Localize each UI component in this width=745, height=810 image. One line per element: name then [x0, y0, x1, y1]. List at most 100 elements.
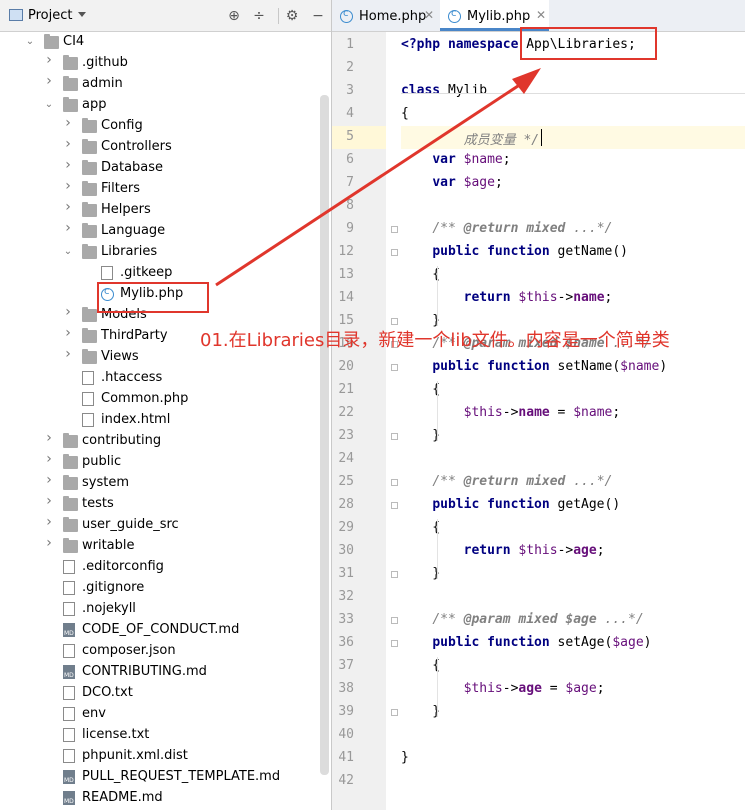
- folder-icon: [63, 55, 78, 70]
- tree-item[interactable]: .editorconfig: [0, 557, 320, 578]
- tree-item[interactable]: › tests: [0, 494, 320, 515]
- chevron-right-icon[interactable]: ›: [63, 158, 73, 172]
- chevron-right-icon[interactable]: ›: [63, 221, 73, 235]
- project-view-selector[interactable]: Project: [28, 8, 72, 23]
- tree-item[interactable]: phpunit.xml.dist: [0, 746, 320, 767]
- code-token: name: [518, 405, 550, 420]
- line-number: 5: [346, 129, 354, 144]
- collapse-all-icon[interactable]: ÷: [250, 7, 268, 25]
- tree-item[interactable]: › Language: [0, 221, 320, 242]
- file-icon: [101, 266, 113, 280]
- chevron-down-icon[interactable]: ⌄: [25, 37, 35, 47]
- tree-item[interactable]: ⌄ CI4: [0, 32, 320, 53]
- tree-item[interactable]: .gitkeep: [0, 263, 320, 284]
- fold-marker-icon[interactable]: [391, 617, 398, 624]
- tree-item[interactable]: CODE_OF_CONDUCT.md: [0, 620, 320, 641]
- tab-label: Mylib.php: [467, 9, 531, 24]
- tree-item[interactable]: README.md: [0, 788, 320, 809]
- locate-file-icon[interactable]: ⊕: [225, 7, 243, 25]
- chevron-right-icon[interactable]: ›: [63, 200, 73, 214]
- tree-item[interactable]: › Filters: [0, 179, 320, 200]
- tree-item[interactable]: .nojekyll: [0, 599, 320, 620]
- tree-item-label: CODE_OF_CONDUCT.md: [82, 622, 240, 637]
- line-number: 12: [338, 244, 354, 259]
- code-token: ->: [557, 543, 574, 558]
- code-token: $age: [565, 612, 597, 627]
- tab-home-php[interactable]: Home.php ✕: [332, 0, 438, 31]
- tree-item[interactable]: › Database: [0, 158, 320, 179]
- file-icon: [63, 602, 75, 616]
- tree-item[interactable]: .htaccess: [0, 368, 320, 389]
- fold-marker-icon[interactable]: [391, 479, 398, 486]
- chevron-right-icon[interactable]: ›: [63, 116, 73, 130]
- tree-item[interactable]: DCO.txt: [0, 683, 320, 704]
- text-cursor: [541, 129, 542, 146]
- gear-icon[interactable]: ⚙: [283, 7, 301, 25]
- tree-item[interactable]: › public: [0, 452, 320, 473]
- fold-marker-icon[interactable]: [391, 433, 398, 440]
- chevron-down-icon[interactable]: [78, 12, 86, 17]
- code-token: $age: [463, 175, 495, 190]
- tree-item[interactable]: license.txt: [0, 725, 320, 746]
- line-number: 41: [338, 750, 354, 765]
- chevron-right-icon[interactable]: ›: [44, 431, 54, 445]
- hide-panel-icon[interactable]: −: [309, 7, 327, 25]
- tree-item[interactable]: CONTRIBUTING.md: [0, 662, 320, 683]
- tree-item[interactable]: › user_guide_src: [0, 515, 320, 536]
- tree-item-label: ThirdParty: [101, 328, 168, 343]
- close-icon[interactable]: ✕: [536, 8, 546, 22]
- tree-item[interactable]: composer.json: [0, 641, 320, 662]
- fold-marker-icon[interactable]: [391, 249, 398, 256]
- chevron-right-icon[interactable]: ›: [44, 53, 54, 67]
- project-scrollbar[interactable]: [320, 95, 329, 775]
- fold-marker-icon[interactable]: [391, 364, 398, 371]
- code-area[interactable]: <?php namespace App\Libraries; class Myli…: [401, 32, 745, 810]
- chevron-right-icon[interactable]: ›: [63, 347, 73, 361]
- line-number: 9: [346, 221, 354, 236]
- tree-item[interactable]: › admin: [0, 74, 320, 95]
- close-icon[interactable]: ✕: [424, 8, 434, 22]
- folder-icon: [82, 160, 97, 175]
- line-number-gutter[interactable]: 1 2 3 4 5 6 7 8 9 12 13 14 15 16 20 21 22 23 24 25 28 29 30 31 3…: [332, 32, 398, 810]
- fold-marker-icon[interactable]: [391, 640, 398, 647]
- tree-item[interactable]: index.html: [0, 410, 320, 431]
- code-token: ;: [596, 681, 605, 696]
- chevron-right-icon[interactable]: ›: [44, 473, 54, 487]
- chevron-right-icon[interactable]: ›: [63, 326, 73, 340]
- folder-icon: [44, 34, 59, 49]
- tree-item[interactable]: › Config: [0, 116, 320, 137]
- fold-marker-icon[interactable]: [391, 226, 398, 233]
- tree-item[interactable]: › system: [0, 473, 320, 494]
- chevron-down-icon[interactable]: ⌄: [44, 100, 54, 110]
- fold-marker-icon[interactable]: [391, 502, 398, 509]
- chevron-right-icon[interactable]: ›: [63, 305, 73, 319]
- chevron-right-icon[interactable]: ›: [44, 536, 54, 550]
- tree-item[interactable]: PULL_REQUEST_TEMPLATE.md: [0, 767, 320, 788]
- chevron-down-icon[interactable]: ⌄: [63, 247, 73, 257]
- tree-item[interactable]: › Controllers: [0, 137, 320, 158]
- chevron-right-icon[interactable]: ›: [44, 515, 54, 529]
- tree-item[interactable]: › contributing: [0, 431, 320, 452]
- tree-item[interactable]: ⌄ app: [0, 95, 320, 116]
- tree-item-label: user_guide_src: [82, 517, 179, 532]
- fold-marker-icon[interactable]: [391, 571, 398, 578]
- tree-item[interactable]: › Helpers: [0, 200, 320, 221]
- fold-marker-icon[interactable]: [391, 709, 398, 716]
- line-number: 33: [338, 612, 354, 627]
- code-token: ): [643, 635, 652, 650]
- chevron-right-icon[interactable]: ›: [63, 137, 73, 151]
- tree-item[interactable]: Common.php: [0, 389, 320, 410]
- chevron-right-icon[interactable]: ›: [44, 452, 54, 466]
- tree-item[interactable]: › writable: [0, 536, 320, 557]
- fold-marker-icon[interactable]: [391, 318, 398, 325]
- tree-item[interactable]: env: [0, 704, 320, 725]
- code-token: {: [401, 658, 441, 673]
- chevron-right-icon[interactable]: ›: [44, 74, 54, 88]
- chevron-right-icon[interactable]: ›: [63, 179, 73, 193]
- chevron-right-icon[interactable]: ›: [44, 494, 54, 508]
- tree-item[interactable]: .gitignore: [0, 578, 320, 599]
- tree-item[interactable]: › .github: [0, 53, 320, 74]
- tree-item[interactable]: ⌄ Libraries: [0, 242, 320, 263]
